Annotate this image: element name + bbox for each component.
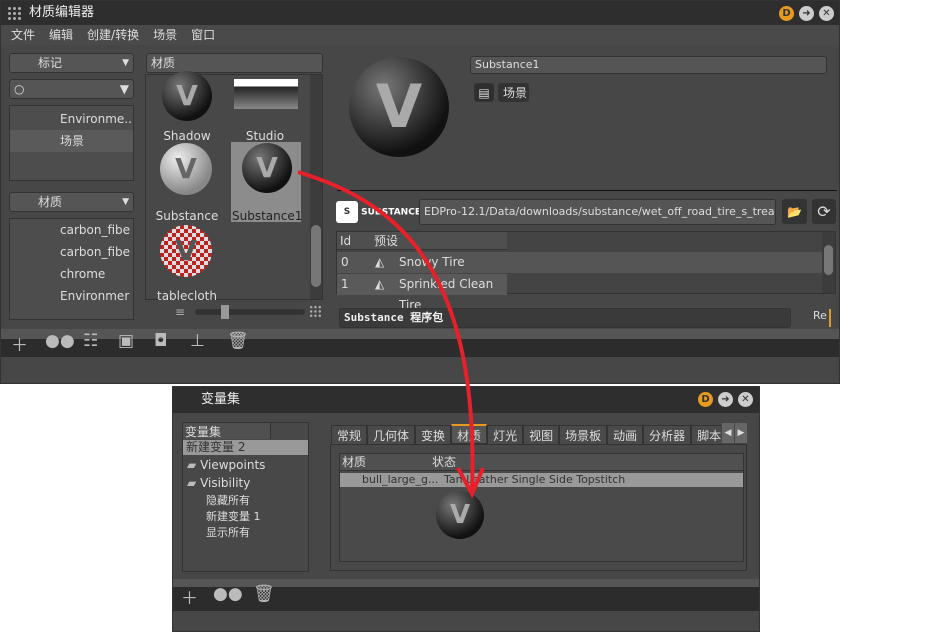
annotation-arrow [297,170,485,499]
